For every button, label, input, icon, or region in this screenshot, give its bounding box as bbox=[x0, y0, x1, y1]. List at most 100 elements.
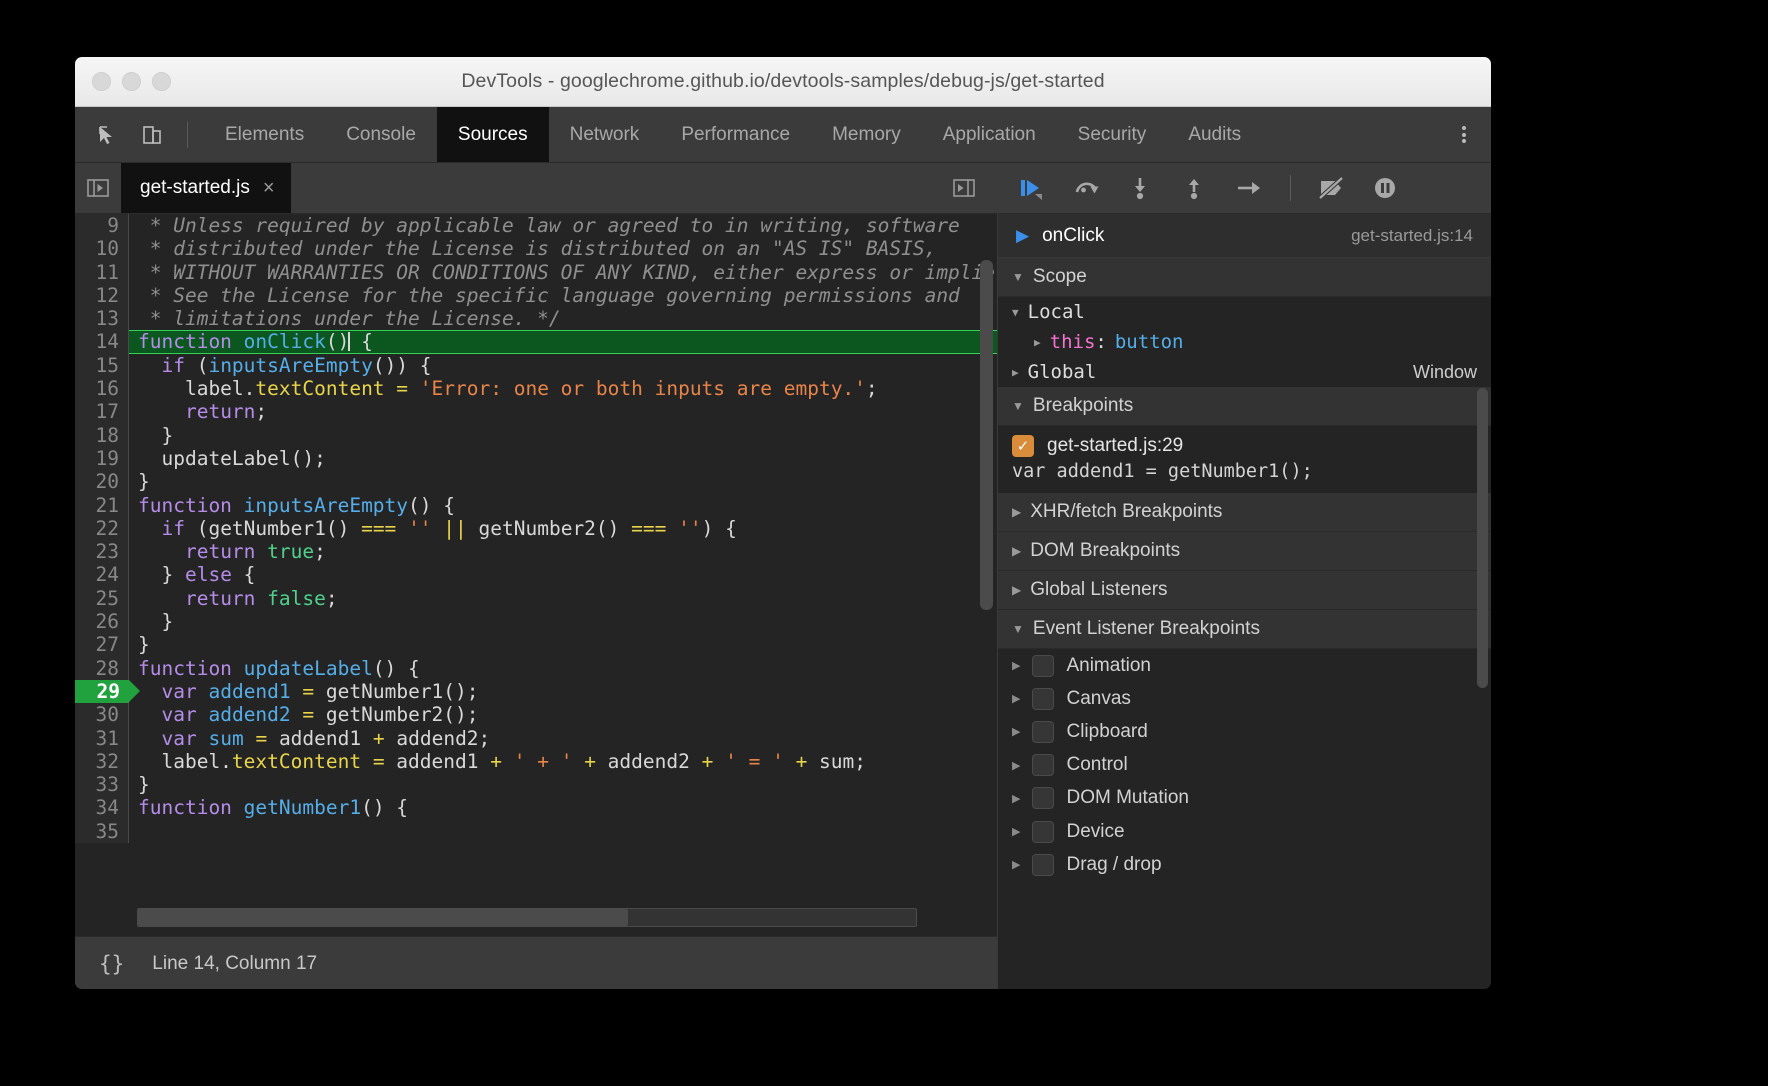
breakpoint-row[interactable]: ✓ get-started.js:29 bbox=[998, 426, 1491, 461]
code-line[interactable]: 25 return false; bbox=[75, 587, 997, 610]
line-number[interactable]: 30 bbox=[75, 703, 129, 726]
line-number[interactable]: 13 bbox=[75, 307, 129, 330]
event-listener-breakpoint-row[interactable]: ▶DOM Mutation bbox=[998, 782, 1491, 815]
code-line[interactable]: 18 } bbox=[75, 424, 997, 447]
line-number[interactable]: 31 bbox=[75, 727, 129, 750]
line-number[interactable]: 17 bbox=[75, 400, 129, 423]
tab-audits[interactable]: Audits bbox=[1167, 107, 1262, 162]
event-listener-breakpoint-row[interactable]: ▶Device bbox=[998, 815, 1491, 848]
code-line[interactable]: 34function getNumber1() { bbox=[75, 796, 997, 819]
line-number[interactable]: 9 bbox=[75, 214, 129, 237]
tab-security[interactable]: Security bbox=[1057, 107, 1168, 162]
pretty-print-icon[interactable]: {} bbox=[99, 952, 124, 976]
scope-group-global[interactable]: Global Window bbox=[998, 357, 1491, 387]
event-listener-checkbox[interactable] bbox=[1032, 854, 1054, 876]
show-navigator-icon[interactable] bbox=[75, 163, 121, 213]
debugger-vertical-scrollbar[interactable] bbox=[1477, 388, 1488, 688]
tab-application[interactable]: Application bbox=[922, 107, 1057, 162]
global-listeners-section-header[interactable]: Global Listeners bbox=[998, 571, 1491, 610]
tab-elements[interactable]: Elements bbox=[204, 107, 325, 162]
code-line[interactable]: 11 * WITHOUT WARRANTIES OR CONDITIONS OF… bbox=[75, 261, 997, 284]
breakpoints-section-header[interactable]: Breakpoints bbox=[998, 387, 1491, 426]
event-listener-checkbox[interactable] bbox=[1032, 787, 1054, 809]
event-listener-breakpoint-row[interactable]: ▶Drag / drop bbox=[998, 848, 1491, 881]
minimize-window-button[interactable] bbox=[122, 72, 141, 91]
chevron-right-icon[interactable]: ▶ bbox=[1012, 825, 1020, 838]
device-toolbar-icon[interactable] bbox=[137, 120, 167, 150]
tab-memory[interactable]: Memory bbox=[811, 107, 922, 162]
scope-section-header[interactable]: Scope bbox=[998, 258, 1491, 297]
scope-group-local[interactable]: Local bbox=[998, 297, 1491, 327]
scope-row-this[interactable]: this : button bbox=[998, 327, 1491, 357]
event-listener-breakpoints-section-header[interactable]: Event Listener Breakpoints bbox=[998, 610, 1491, 649]
code-line[interactable]: 19 updateLabel(); bbox=[75, 447, 997, 470]
inspect-cursor-icon[interactable] bbox=[93, 120, 123, 150]
step-into-icon[interactable] bbox=[1124, 171, 1158, 205]
line-number[interactable]: 35 bbox=[75, 820, 129, 843]
line-number[interactable]: 19 bbox=[75, 447, 129, 470]
code-line[interactable]: 23 return true; bbox=[75, 540, 997, 563]
chevron-right-icon[interactable]: ▶ bbox=[1012, 759, 1020, 772]
code-line[interactable]: 17 return; bbox=[75, 400, 997, 423]
code-line[interactable]: 30 var addend2 = getNumber2(); bbox=[75, 703, 997, 726]
resume-icon[interactable] bbox=[1016, 171, 1050, 205]
code-line[interactable]: 26 } bbox=[75, 610, 997, 633]
code-line[interactable]: 24 } else { bbox=[75, 563, 997, 586]
editor-vertical-scrollbar[interactable] bbox=[980, 260, 993, 610]
tab-performance[interactable]: Performance bbox=[660, 107, 811, 162]
event-listener-checkbox[interactable] bbox=[1032, 821, 1054, 843]
more-options-icon[interactable] bbox=[1437, 107, 1491, 162]
event-listener-checkbox[interactable] bbox=[1032, 655, 1054, 677]
event-listener-checkbox[interactable] bbox=[1032, 721, 1054, 743]
chevron-right-icon[interactable]: ▶ bbox=[1012, 659, 1020, 672]
line-number[interactable]: 24 bbox=[75, 563, 129, 586]
event-listener-breakpoint-row[interactable]: ▶Canvas bbox=[998, 682, 1491, 715]
breakpoint-marker[interactable]: 29 bbox=[75, 680, 129, 703]
line-number[interactable]: 22 bbox=[75, 517, 129, 540]
line-number[interactable]: 12 bbox=[75, 284, 129, 307]
line-number[interactable]: 33 bbox=[75, 773, 129, 796]
line-number[interactable]: 34 bbox=[75, 796, 129, 819]
line-number[interactable]: 21 bbox=[75, 494, 129, 517]
event-listener-breakpoint-row[interactable]: ▶Animation bbox=[998, 649, 1491, 682]
tab-sources[interactable]: Sources bbox=[437, 107, 549, 162]
maximize-window-button[interactable] bbox=[152, 72, 171, 91]
scrollbar-thumb[interactable] bbox=[138, 909, 628, 926]
step-over-icon[interactable] bbox=[1070, 171, 1104, 205]
pause-on-exceptions-icon[interactable] bbox=[1369, 171, 1403, 205]
line-number[interactable]: 11 bbox=[75, 261, 129, 284]
tab-console[interactable]: Console bbox=[325, 107, 437, 162]
code-line[interactable]: 29 var addend1 = getNumber1(); bbox=[75, 680, 997, 703]
line-number[interactable]: 28 bbox=[75, 657, 129, 680]
code-line[interactable]: 31 var sum = addend1 + addend2; bbox=[75, 727, 997, 750]
breakpoint-checkbox[interactable]: ✓ bbox=[1012, 435, 1034, 457]
code-line[interactable]: 21function inputsAreEmpty() { bbox=[75, 494, 997, 517]
line-number[interactable]: 20 bbox=[75, 470, 129, 493]
event-listener-breakpoint-row[interactable]: ▶Control bbox=[998, 749, 1491, 782]
line-number[interactable]: 26 bbox=[75, 610, 129, 633]
code-line[interactable]: 9 * Unless required by applicable law or… bbox=[75, 214, 997, 237]
close-window-button[interactable] bbox=[92, 72, 111, 91]
code-line[interactable]: 33} bbox=[75, 773, 997, 796]
chevron-right-icon[interactable]: ▶ bbox=[1012, 858, 1020, 871]
xhr-breakpoints-section-header[interactable]: XHR/fetch Breakpoints bbox=[998, 493, 1491, 532]
code-line[interactable]: 12 * See the License for the specific la… bbox=[75, 284, 997, 307]
line-number[interactable]: 14 bbox=[75, 330, 129, 353]
line-number[interactable]: 23 bbox=[75, 540, 129, 563]
event-listener-checkbox[interactable] bbox=[1032, 754, 1054, 776]
tab-network[interactable]: Network bbox=[549, 107, 661, 162]
chevron-right-icon[interactable]: ▶ bbox=[1012, 725, 1020, 738]
show-debugger-icon[interactable] bbox=[941, 163, 987, 213]
line-number[interactable]: 15 bbox=[75, 354, 129, 377]
line-number[interactable]: 16 bbox=[75, 377, 129, 400]
window-controls[interactable] bbox=[92, 72, 171, 91]
step-out-icon[interactable] bbox=[1178, 171, 1212, 205]
chevron-right-icon[interactable] bbox=[1034, 336, 1041, 349]
line-number[interactable]: 32 bbox=[75, 750, 129, 773]
breakpoint-list-item[interactable]: ✓ get-started.js:29 var addend1 = getNum… bbox=[998, 426, 1491, 493]
line-number[interactable]: 10 bbox=[75, 237, 129, 260]
code-line[interactable]: 20} bbox=[75, 470, 997, 493]
code-editor[interactable]: 9 * Unless required by applicable law or… bbox=[75, 214, 997, 936]
code-line[interactable]: 16 label.textContent = 'Error: one or bo… bbox=[75, 377, 997, 400]
close-icon[interactable]: × bbox=[263, 178, 275, 198]
